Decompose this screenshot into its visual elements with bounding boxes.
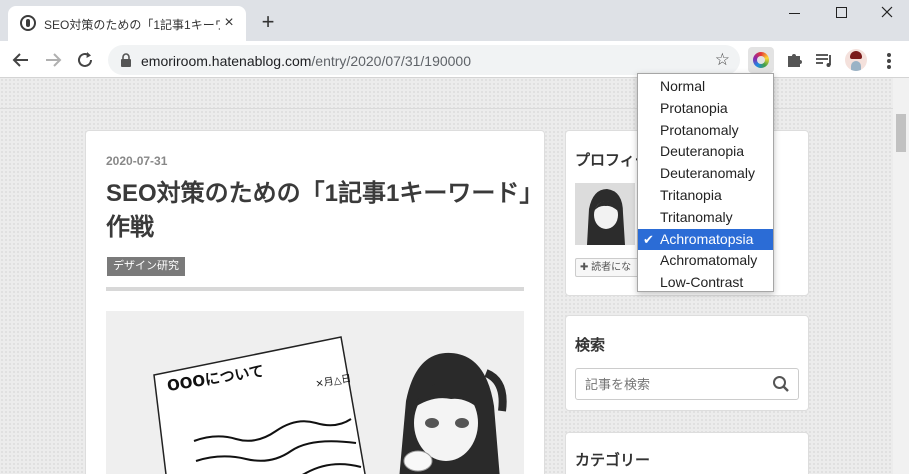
search-widget-title: 検索 — [575, 337, 606, 354]
dropdown-option[interactable]: ✔ Achromatopsia — [638, 228, 773, 251]
url-text[interactable]: emoriroom.hatenablog.com/entry/2020/07/3… — [141, 53, 471, 69]
dropdown-option[interactable]: Tritanopia — [638, 185, 773, 207]
search-widget: 検索 — [565, 315, 809, 411]
puzzle-icon[interactable] — [781, 47, 807, 73]
option-label: Achromatopsia — [660, 230, 754, 247]
dropdown-option[interactable]: Normal — [638, 76, 773, 98]
maximize-button[interactable] — [818, 0, 864, 30]
star-icon[interactable]: ☆ — [715, 50, 730, 70]
dropdown-option[interactable]: Protanopia — [638, 98, 773, 120]
article-card: 2020-07-31 SEO対策のための「1記事1キーワード」作戦 デザイン研究… — [85, 130, 545, 474]
option-label: Deuteranopia — [660, 143, 745, 160]
follow-label: 読者にな — [591, 262, 632, 273]
url-path: /entry/2020/07/31/190000 — [311, 53, 471, 69]
color-blind-extension-icon[interactable] — [748, 47, 774, 73]
window-close-button[interactable] — [864, 0, 909, 30]
dropdown-option[interactable]: Deuteranopia — [638, 141, 773, 163]
article-date[interactable]: 2020-07-31 — [106, 154, 167, 168]
lock-icon[interactable] — [120, 53, 132, 72]
option-label: Achromatomaly — [660, 252, 758, 269]
search-icon[interactable] — [772, 375, 790, 393]
reload-icon[interactable] — [72, 47, 98, 73]
color-filter-dropdown: Normal Protanopia Protanomaly Deuteranop… — [637, 73, 774, 292]
category-widget: カテゴリー — [565, 432, 809, 474]
browser-tab[interactable]: SEO対策のための「1記事1キーワード」 × — [8, 6, 246, 41]
plus-icon: ✚ — [580, 262, 592, 273]
tab-title: SEO対策のための「1記事1キーワード」 — [44, 18, 220, 32]
option-label: Tritanomaly — [660, 208, 733, 225]
search-input[interactable] — [575, 368, 799, 400]
option-label: Low-Contrast — [660, 274, 744, 291]
option-label: Tritanopia — [660, 186, 722, 203]
dropdown-option[interactable]: Deuteranomaly — [638, 163, 773, 185]
article-title[interactable]: SEO対策のための「1記事1キーワード」作戦 — [106, 177, 536, 245]
option-label: Protanopia — [660, 99, 728, 116]
title-divider — [106, 287, 524, 291]
close-icon[interactable]: × — [220, 14, 238, 32]
option-label: Normal — [660, 78, 706, 94]
dropdown-option[interactable]: Achromatomaly — [638, 250, 773, 272]
option-label: Protanomaly — [660, 121, 739, 138]
url-host: emoriroom.hatenablog.com — [141, 53, 312, 69]
forward-arrow-icon[interactable] — [40, 47, 66, 73]
kebab-menu-icon[interactable] — [880, 50, 898, 70]
page-scrollbar[interactable] — [893, 78, 909, 474]
profile-picture[interactable] — [575, 183, 635, 245]
dropdown-option[interactable]: Low-Contrast — [638, 272, 773, 294]
tab-favicon-icon — [20, 15, 36, 31]
media-queue-icon[interactable] — [811, 47, 837, 73]
address-bar[interactable]: emoriroom.hatenablog.com/entry/2020/07/3… — [108, 45, 740, 75]
minimize-button[interactable] — [771, 0, 817, 30]
scrollbar-thumb[interactable] — [896, 114, 906, 152]
dropdown-option[interactable]: Tritanomaly — [638, 207, 773, 229]
follow-button[interactable]: ✚ 読者にな — [575, 258, 641, 277]
new-tab-button[interactable]: + — [257, 11, 279, 34]
category-widget-title: カテゴリー — [575, 452, 651, 469]
checkmark-icon: ✔ — [643, 231, 654, 247]
back-arrow-icon[interactable] — [8, 47, 34, 73]
category-tag[interactable]: デザイン研究 — [107, 257, 185, 276]
dropdown-option[interactable]: Protanomaly — [638, 120, 773, 142]
profile-avatar[interactable] — [845, 49, 867, 71]
eyecatch-image: OOOについて ×月△日 — [106, 311, 524, 474]
tab-strip: SEO対策のための「1記事1キーワード」 × + — [0, 0, 909, 41]
option-label: Deuteranomaly — [660, 165, 755, 182]
